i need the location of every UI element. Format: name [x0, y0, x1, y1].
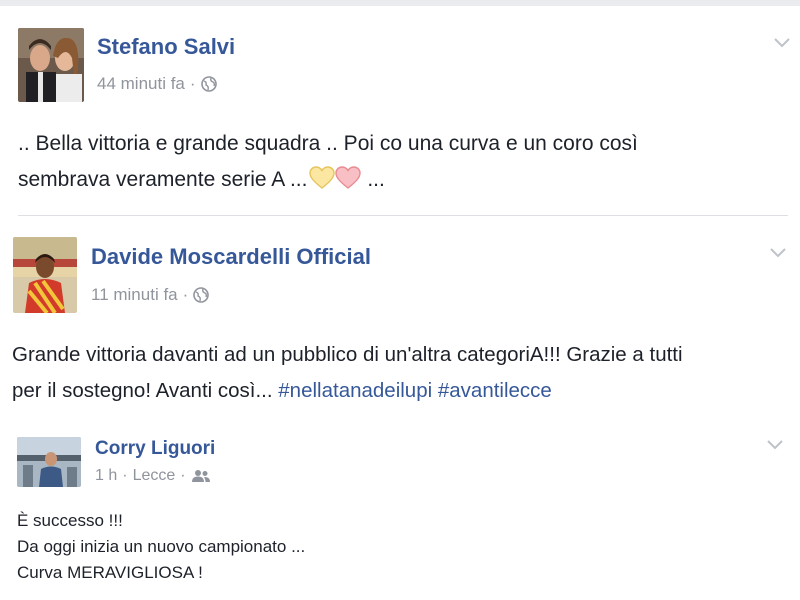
- red-heart-icon: [335, 166, 362, 189]
- author-name[interactable]: Davide Moscardelli Official: [91, 244, 371, 270]
- post-divider: [18, 215, 788, 216]
- post-text-line: Grande vittoria davanti ad un pubblico d…: [12, 343, 683, 366]
- chevron-down-icon[interactable]: [765, 438, 785, 452]
- avatar-corry-liguori[interactable]: [17, 437, 81, 487]
- post-body: .. Bella vittoria e grande squadra .. Po…: [18, 126, 638, 198]
- globe-icon[interactable]: [200, 76, 217, 92]
- post-text-line: È successo !!!: [17, 511, 123, 530]
- chevron-down-icon[interactable]: [768, 246, 788, 260]
- friends-icon[interactable]: [191, 469, 211, 483]
- post-time[interactable]: 44 minuti fa: [97, 74, 185, 94]
- author-name[interactable]: Corry Liguori: [95, 438, 215, 460]
- avatar-photo-couple: [18, 28, 84, 102]
- author-name[interactable]: Stefano Salvi: [97, 34, 235, 60]
- post-text-fragment: per il sostegno! Avanti così...: [12, 379, 273, 402]
- post-text-fragment: sembrava veramente serie A ...: [18, 168, 308, 191]
- post-text-line: per il sostegno! Avanti così... #nellata…: [12, 373, 683, 409]
- avatar-photo-man: [17, 437, 81, 487]
- post-text-line: Curva MERAVIGLIOSA !: [17, 563, 203, 582]
- hashtag-link[interactable]: #nellatanadeilupi: [278, 379, 432, 402]
- chevron-down-icon[interactable]: [772, 36, 792, 50]
- post-meta: 11 minuti fa ·: [91, 285, 210, 305]
- post-text-line: .. Bella vittoria e grande squadra .. Po…: [18, 132, 638, 155]
- post-meta: 44 minuti fa ·: [97, 74, 217, 94]
- avatar-davide-moscardelli[interactable]: [13, 237, 77, 313]
- post-text-ellipsis: ...: [367, 168, 385, 191]
- post-body: Grande vittoria davanti ad un pubblico d…: [12, 337, 683, 409]
- post-text-line: sembrava veramente serie A ... ...: [18, 162, 638, 198]
- feed-top-border: [0, 0, 800, 6]
- yellow-heart-icon: [309, 166, 336, 189]
- separator-dot: ·: [182, 285, 189, 304]
- hashtag-link[interactable]: #avantilecce: [438, 379, 552, 402]
- separator-dot: ·: [180, 467, 186, 484]
- post-meta: 1 h · Lecce ·: [95, 467, 211, 485]
- post-location[interactable]: Lecce: [133, 467, 176, 485]
- post-body: È successo !!! Da oggi inizia un nuovo c…: [17, 508, 305, 586]
- post-time[interactable]: 11 minuti fa: [91, 285, 178, 305]
- separator-dot: ·: [122, 467, 128, 484]
- avatar-photo-player: [13, 237, 77, 313]
- separator-dot: ·: [189, 74, 196, 93]
- avatar-stefano-salvi[interactable]: [18, 28, 84, 102]
- globe-icon[interactable]: [193, 287, 210, 303]
- post-time[interactable]: 1 h: [95, 467, 117, 485]
- post-text-line: Da oggi inizia un nuovo campionato ...: [17, 537, 306, 556]
- heart-emojis: [309, 166, 362, 190]
